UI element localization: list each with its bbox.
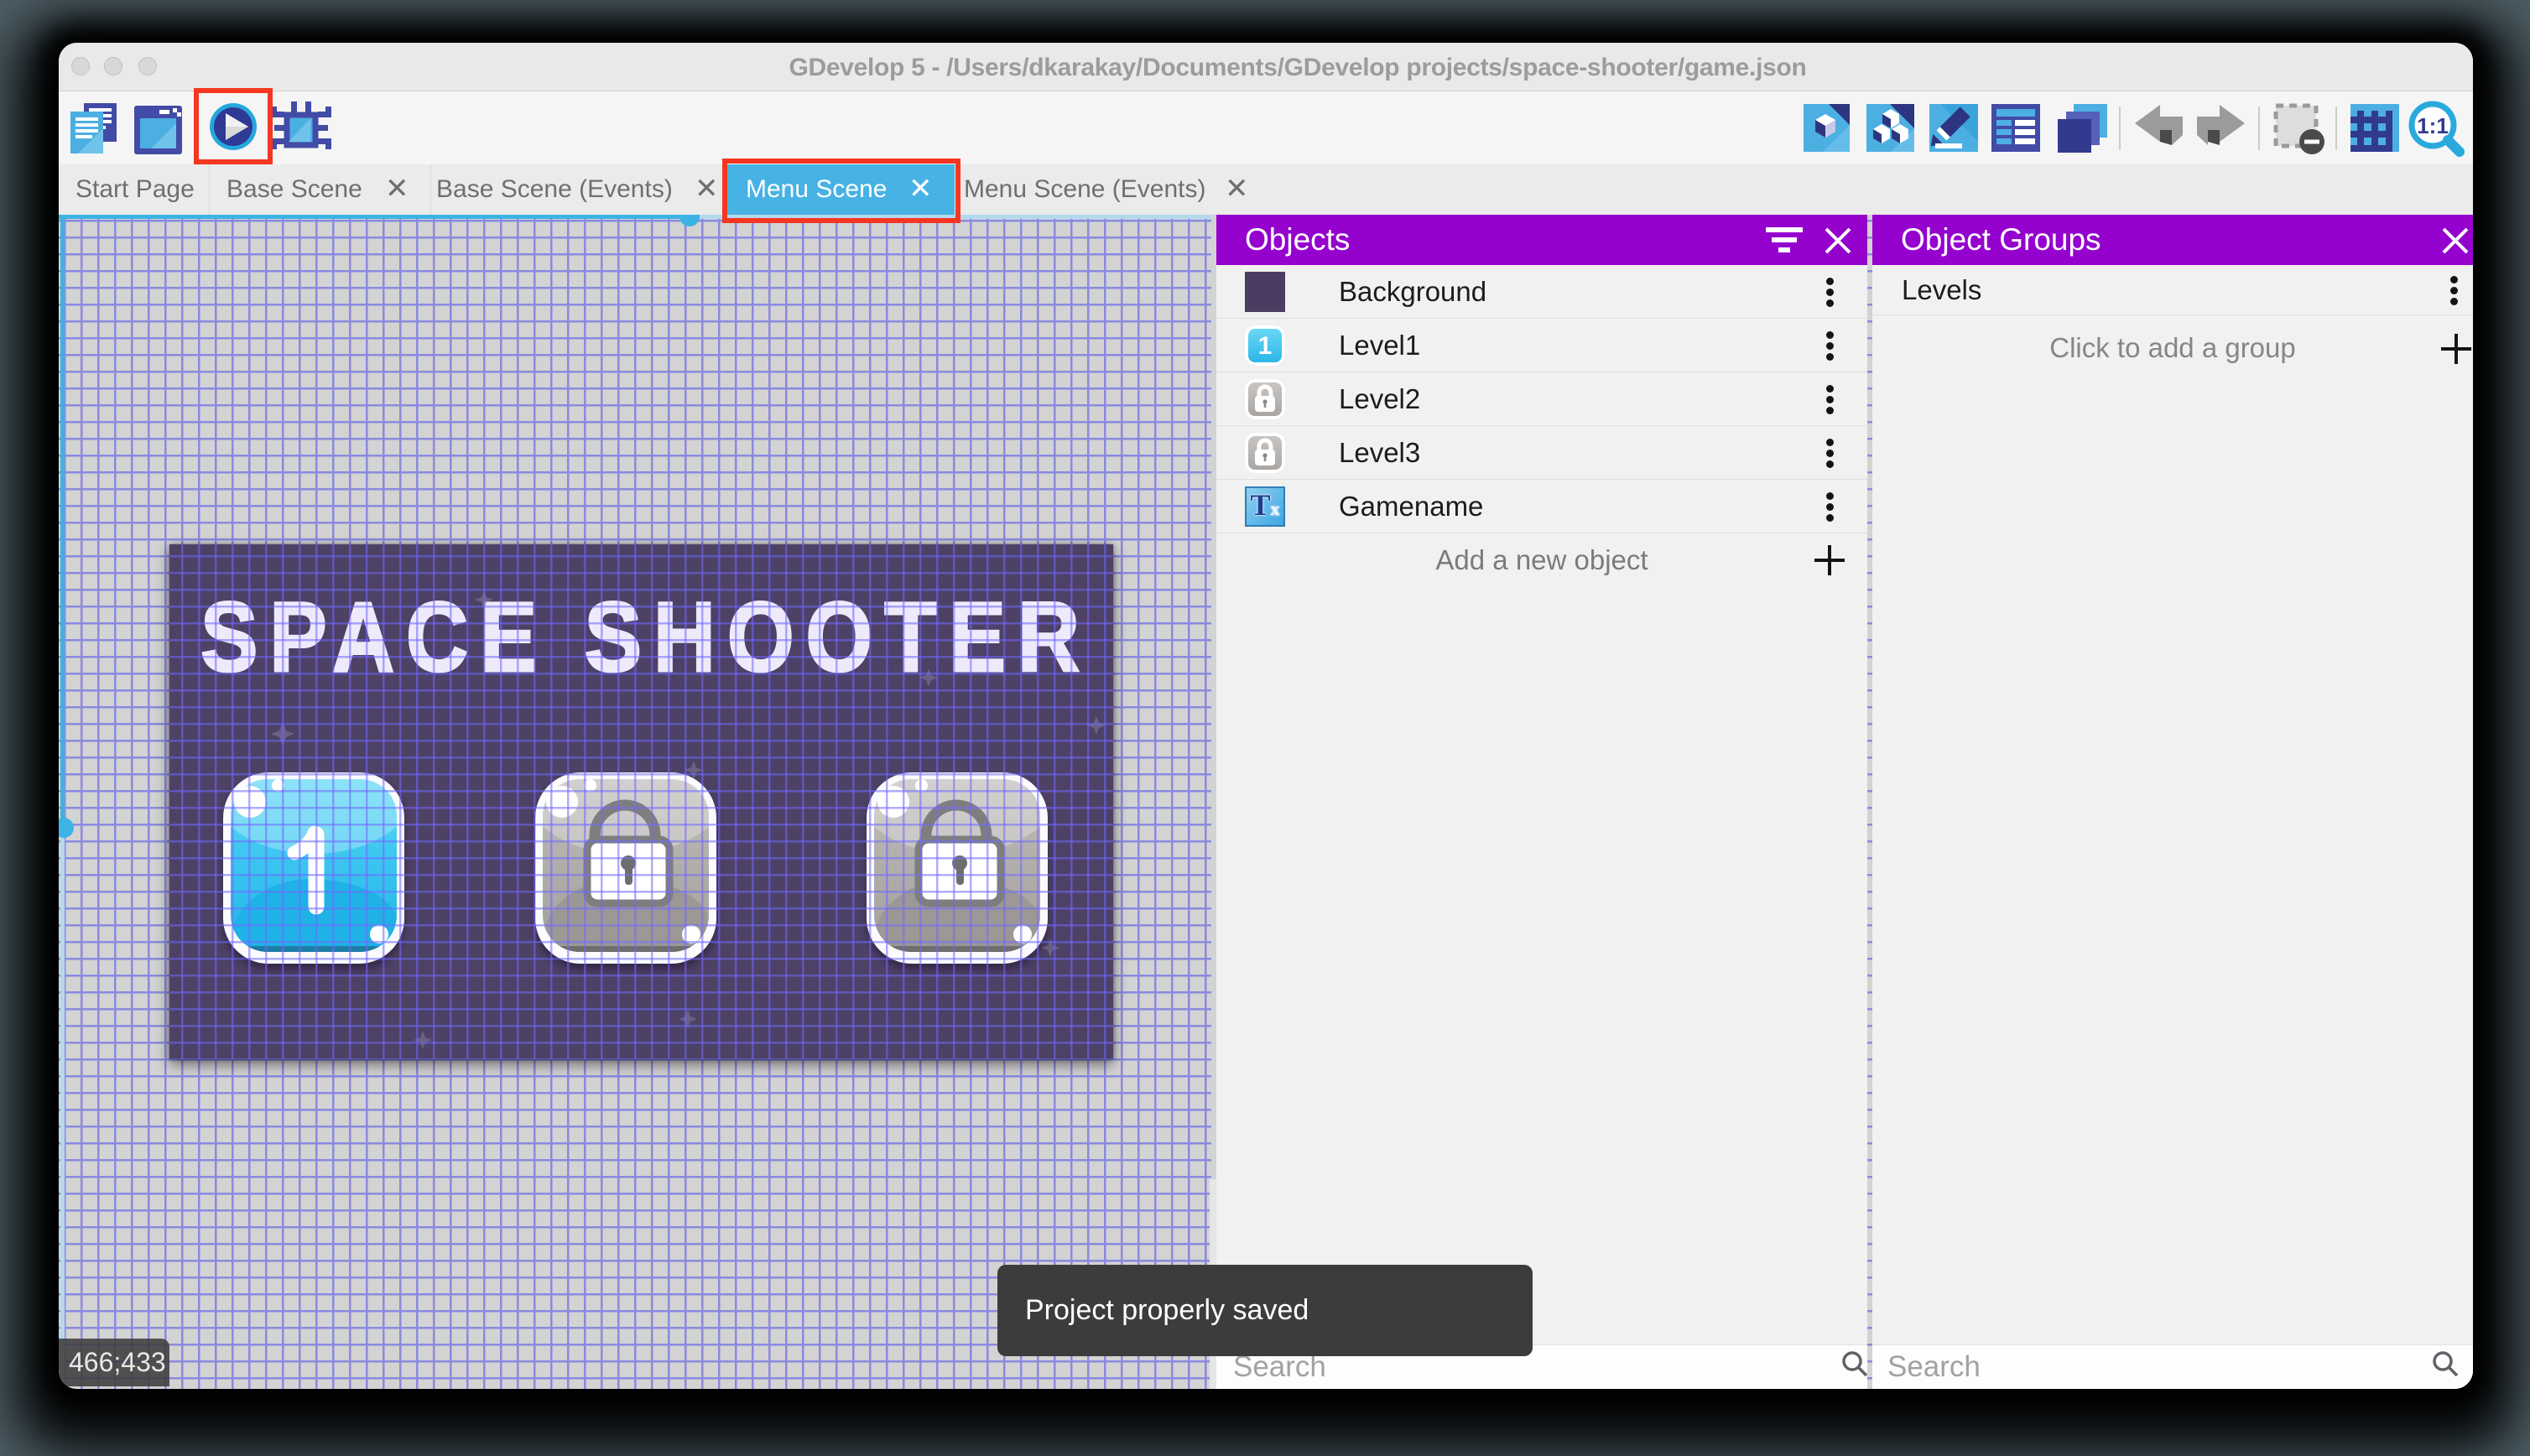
svg-text:1:1: 1:1: [2417, 113, 2449, 138]
